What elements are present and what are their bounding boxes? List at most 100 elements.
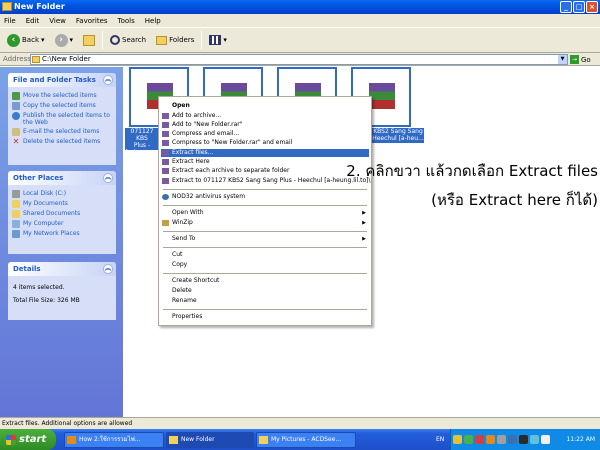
menu-label: Add to "New Folder.rar" <box>172 121 243 128</box>
place-my-computer[interactable]: My Computer <box>8 219 116 229</box>
file-caption[interactable]: 071127 KBS Plus - [a-heung... <box>125 128 159 156</box>
forward-button[interactable]: › ▾ <box>52 31 77 49</box>
address-input[interactable]: C:\New Folder ▼ <box>30 54 568 65</box>
tray-icon[interactable] <box>519 435 528 444</box>
back-button[interactable]: ‹ Back ▾ <box>4 31 48 49</box>
views-button[interactable]: ▾ <box>206 31 230 49</box>
menu-separator <box>163 309 367 310</box>
up-folder-icon <box>83 34 96 46</box>
folders-button[interactable]: Folders <box>153 31 197 49</box>
move-icon <box>12 92 20 100</box>
place-label: My Network Places <box>23 230 80 237</box>
menu-item-send-to[interactable]: Send To ▶ <box>161 235 369 243</box>
menu-item-compress-rar-email[interactable]: Compress to "New Folder.rar" and email <box>161 139 369 147</box>
place-my-documents[interactable]: My Documents <box>8 199 116 209</box>
task-publish[interactable]: Publish the selected items to the Web <box>8 111 116 127</box>
volume-icon[interactable] <box>541 435 550 444</box>
menu-separator <box>163 247 367 248</box>
up-folder-button[interactable] <box>80 31 98 49</box>
menu-label: Create Shortcut <box>172 277 220 284</box>
menu-label: NOD32 antivirus system <box>172 193 246 200</box>
place-my-network[interactable]: My Network Places <box>8 229 116 239</box>
panel-title: File and Folder Tasks <box>13 76 96 84</box>
other-places-panel: Other Places ︽ Local Disk (C:) My Docume… <box>8 171 116 254</box>
file-caption[interactable]: KBS2 Sang Sang Heechul [a-heu... <box>372 128 424 143</box>
menu-item-extract-files[interactable]: Extract files... <box>161 149 369 157</box>
computer-icon <box>12 220 20 228</box>
menu-item-cut[interactable]: Cut <box>161 251 369 259</box>
folders-label: Folders <box>169 36 195 44</box>
menu-item-delete[interactable]: Delete <box>161 287 369 295</box>
panel-header[interactable]: Details ︽ <box>8 262 116 276</box>
tray-icon[interactable] <box>497 435 506 444</box>
search-icon <box>110 35 121 45</box>
language-indicator[interactable]: EN <box>436 436 444 443</box>
place-local-disk[interactable]: Local Disk (C:) <box>8 189 116 199</box>
tray-icon[interactable] <box>486 435 495 444</box>
globe-icon <box>12 112 20 120</box>
windows-logo-icon <box>6 434 16 445</box>
menu-label: Rename <box>172 297 197 304</box>
close-button[interactable]: × <box>586 1 598 13</box>
tray-icon[interactable] <box>530 435 539 444</box>
panel-header[interactable]: Other Places ︽ <box>8 171 116 185</box>
taskbar-item-acdsee[interactable]: My Pictures - ACDSee... <box>256 432 356 448</box>
task-label: Delete the selected items <box>23 138 101 145</box>
tray-icon[interactable] <box>508 435 517 444</box>
go-arrow-icon: → <box>570 55 579 64</box>
tray-icon[interactable] <box>464 435 473 444</box>
winrar-icon <box>162 168 169 174</box>
menu-view[interactable]: View <box>49 17 66 25</box>
menu-item-compress-email[interactable]: Compress and email... <box>161 130 369 138</box>
menu-bar: File Edit View Favorites Tools Help <box>0 14 600 27</box>
caption-line: Heechul [a-heu... <box>372 135 424 142</box>
menu-label: Extract files... <box>172 149 214 156</box>
submenu-arrow-icon: ▶ <box>362 220 366 226</box>
place-label: Shared Documents <box>23 210 81 217</box>
tray-icon[interactable] <box>453 435 462 444</box>
start-button[interactable]: start <box>0 429 56 450</box>
menu-item-rename[interactable]: Rename <box>161 297 369 305</box>
menu-item-create-shortcut[interactable]: Create Shortcut <box>161 277 369 285</box>
collapse-icon[interactable]: ︽ <box>103 264 113 274</box>
menu-file[interactable]: File <box>4 17 16 25</box>
winrar-icon <box>162 122 169 128</box>
details-size: Total File Size: 326 MB <box>13 297 80 304</box>
dropdown-arrow-icon[interactable]: ▼ <box>558 55 567 64</box>
collapse-icon[interactable]: ︽ <box>103 75 113 85</box>
maximize-button[interactable]: □ <box>573 1 585 13</box>
menu-favorites[interactable]: Favorites <box>76 17 108 25</box>
menu-label: Compress and email... <box>172 130 240 137</box>
menu-edit[interactable]: Edit <box>26 17 40 25</box>
panel-header[interactable]: File and Folder Tasks ︽ <box>8 73 116 87</box>
go-button[interactable]: → Go <box>570 54 598 65</box>
task-label: Move the selected items <box>23 92 97 99</box>
clock[interactable]: 11:22 AM <box>567 436 595 443</box>
menu-item-open[interactable]: Open <box>161 102 369 110</box>
place-shared-documents[interactable]: Shared Documents <box>8 209 116 219</box>
collapse-icon[interactable]: ︽ <box>103 173 113 183</box>
minimize-button[interactable]: _ <box>560 1 572 13</box>
task-copy[interactable]: Copy the selected items <box>8 101 116 111</box>
taskbar-item-browser[interactable]: How 2:ใช้การรวมไฟ... <box>64 432 164 448</box>
taskbar-item-new-folder[interactable]: New Folder <box>166 432 254 448</box>
system-tray: 11:22 AM <box>450 429 600 450</box>
menu-item-add-to-rar[interactable]: Add to "New Folder.rar" <box>161 121 369 129</box>
menu-item-copy[interactable]: Copy <box>161 261 369 269</box>
menu-item-add-archive[interactable]: Add to archive... <box>161 112 369 120</box>
menu-tools[interactable]: Tools <box>118 17 135 25</box>
task-email[interactable]: E-mail the selected items <box>8 127 116 137</box>
shared-folder-icon <box>12 210 20 218</box>
menu-item-winzip[interactable]: WinZip ▶ <box>161 219 369 227</box>
task-move[interactable]: Move the selected items <box>8 91 116 101</box>
menu-help[interactable]: Help <box>145 17 161 25</box>
email-icon <box>12 128 20 136</box>
winrar-icon <box>162 159 169 165</box>
winrar-icon <box>162 140 169 146</box>
menu-item-properties[interactable]: Properties <box>161 313 369 321</box>
task-delete[interactable]: ✕ Delete the selected items <box>8 137 116 147</box>
tray-icon[interactable] <box>475 435 484 444</box>
address-label: Address <box>3 55 31 63</box>
search-button[interactable]: Search <box>107 31 149 49</box>
menu-separator <box>163 273 367 274</box>
